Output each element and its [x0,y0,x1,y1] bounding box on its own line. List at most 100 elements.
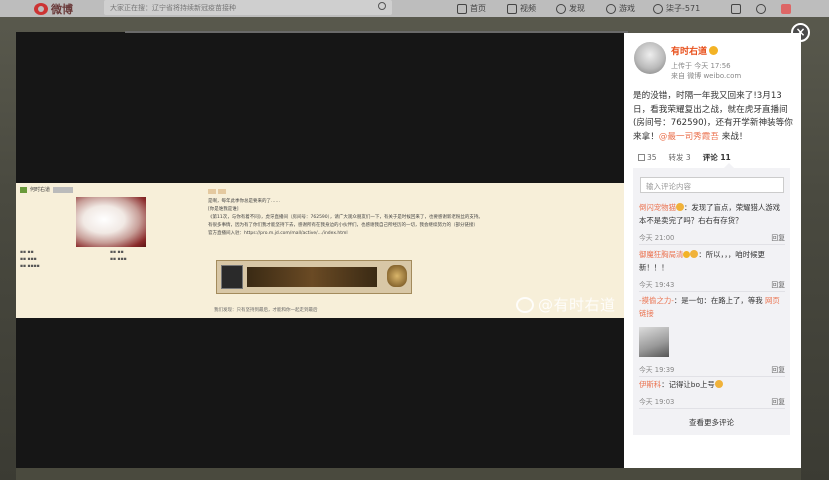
home-icon [457,3,467,14]
comment-footer: 今天 19:43 回复 [639,279,785,289]
image-panel-banner [247,267,377,287]
top-navigation-bar: 微博 大家正在搜：辽宁省将持续新冠疫苗接种 首页 视频 发现 游戏 柒子-571 [0,0,829,17]
image-post-line: 有很多事情，因为有了你们我才能坚持下去，感谢所有在我身边的小伙伴们，也感谢我自己… [208,223,478,228]
nav-home-label: 首页 [470,4,486,13]
post-text: 是的没错，时隔一年我又回来了!3月13日，看我荣耀复出之战，就在虎牙直播间(房间… [633,90,796,144]
image-username: 何时右道 [30,187,51,193]
comment-divider [639,376,785,377]
reply-button[interactable]: 回复 [771,396,785,406]
image-hidden-panel [216,260,412,294]
image-user-stats: ▪▪ ▪▪ ▪▪ ▪▪▪ ▪▪ ▪▪▪▪ [20,250,40,269]
search-input[interactable]: 大家正在搜：辽宁省将持续新冠疫苗接种 [104,0,392,15]
nav-mail[interactable] [731,2,741,15]
repost-button[interactable]: 转发 3 [669,152,691,163]
level-badge-icon [20,186,27,193]
image-user-stats-2: ▪▪ ▪▪ ▪▪ ▪▪▪ [110,250,127,262]
post-body-tail: 来战！ [718,131,748,142]
watermark-text: @有时右道 [538,296,616,314]
comment-item: 倒闪宠物猫 ：发现了盲点，荣耀猎人游戏本不是卖完了吗？右右有存货？ [639,202,787,227]
mail-icon [731,3,741,14]
comment-image[interactable] [639,327,669,357]
comment-user[interactable]: 倒闪宠物猫 [639,203,676,212]
logo-text: 微博 [51,2,73,16]
gear-icon [756,3,766,14]
image-watermark: @有时右道 [516,294,616,315]
like-button[interactable]: 35 [638,153,657,162]
comment-time: 今天 19:39 [639,366,675,374]
post-mention-link[interactable]: @最一司秀霞吾 [659,132,719,142]
post-time: 上传于 今天 17:56 [671,62,731,70]
comment-text: ：是一句：在路上了，等我 [673,296,763,305]
user-icon [653,3,663,14]
nav-settings[interactable] [756,2,766,15]
comment-time: 今天 21:00 [639,234,675,242]
discover-icon [556,3,566,14]
image-tag [208,189,216,194]
verified-icon [683,251,691,258]
comment-user[interactable]: -摸偷之力- [639,296,674,305]
comment-divider [639,291,785,292]
comment-divider [639,244,785,245]
compose-icon [781,3,791,14]
video-icon [507,3,517,14]
comment-input[interactable]: 输入评论内容 [640,177,784,193]
emoji-icon [675,203,684,211]
comment-footer: 今天 19:39 回复 [639,364,785,374]
view-more-comments-link[interactable]: 查看更多评论 [633,417,790,428]
image-forum-user: 何时右道 [20,186,74,193]
reply-button[interactable]: 回复 [771,364,785,374]
emoji-icon [714,380,723,388]
comment-box: 输入评论内容 倒闪宠物猫 ：发现了盲点，荣耀猎人游戏本不是卖完了吗？右右有存货？ … [633,168,790,435]
search-icon[interactable] [378,2,386,10]
image-panel-thumb [221,265,243,289]
reply-button[interactable]: 回复 [771,232,785,242]
image-post-line: 《第11次，与你有着不同》，虎牙直播间（房间号：762590），请广大观众朋友们… [208,215,483,220]
comment-text: ：记得让bo上号 [661,380,715,389]
comment-item: 伊斯科：记得让bo上号 [639,379,787,392]
comment-user[interactable]: 御魔狂胸局清 [639,250,683,259]
comment-time: 今天 19:03 [639,398,675,406]
image-tag [218,189,226,194]
background-thumbnails-strip [16,468,801,480]
nav-game[interactable]: 游戏 [606,2,635,15]
nav-discover[interactable]: 发现 [556,2,585,15]
comment-time: 今天 19:43 [639,281,675,289]
comment-footer: 今天 21:00 回复 [639,232,785,242]
verified-icon [709,46,719,55]
weibo-eye-icon [34,2,48,15]
image-post-line: 官方直播间入驻：https://pro.m.jd.com/mall/active… [208,231,348,236]
comment-item: -摸偷之力-：是一句：在路上了，等我 网页链接 [639,295,787,320]
weibo-watermark-icon [516,296,534,313]
image-avatar-cat [76,197,146,247]
author-avatar[interactable] [634,42,666,74]
post-source: 来自 微博 weibo.com [671,72,742,80]
nav-game-label: 游戏 [619,4,635,13]
search-suggestion: 大家正在搜：辽宁省将持续新冠疫苗接种 [110,4,236,12]
image-post-line: 是啊，每年此季你总是要来的了…… [208,199,280,204]
post-actions: 35 转发 3 评论 11 [638,152,731,163]
rank-badge [53,186,74,193]
viewer-top-edge [125,31,628,33]
image-footer-text: 我们发现：只有坚持到最后，才能和你一起走到最后 [214,308,318,313]
comment-divider [639,408,785,409]
author-name[interactable]: 有时右道 [671,44,719,57]
like-count: 35 [647,153,657,162]
reply-button[interactable]: 回复 [771,279,785,289]
nav-compose[interactable] [781,2,791,15]
image-panel-emblem [387,265,407,287]
comment-item: 御魔狂胸局清 ：所以，，，咱时候更新！！！ [639,249,787,274]
nav-video-label: 视频 [520,4,536,13]
nav-video[interactable]: 视频 [507,2,536,15]
weibo-logo[interactable]: 微博 [34,1,94,16]
nav-home[interactable]: 首页 [457,2,486,15]
nav-discover-label: 发现 [569,4,585,13]
post-detail-sidebar: 有时右道 上传于 今天 17:56 来自 微博 weibo.com 是的没错，时… [624,33,801,468]
thumbs-up-icon [638,154,645,161]
comment-user[interactable]: 伊斯科 [639,380,661,389]
comment-tab[interactable]: 评论 11 [703,152,731,163]
post-meta: 上传于 今天 17:56 来自 微博 weibo.com [671,61,741,81]
comment-footer: 今天 19:03 回复 [639,396,785,406]
nav-user[interactable]: 柒子-571 [653,2,700,15]
image-post-text: 是啊，每年此季你总是要来的了…… [你是谁我是谁] 《第11次，与你有着不同》，… [208,189,608,238]
author-name-text: 有时右道 [671,47,708,57]
